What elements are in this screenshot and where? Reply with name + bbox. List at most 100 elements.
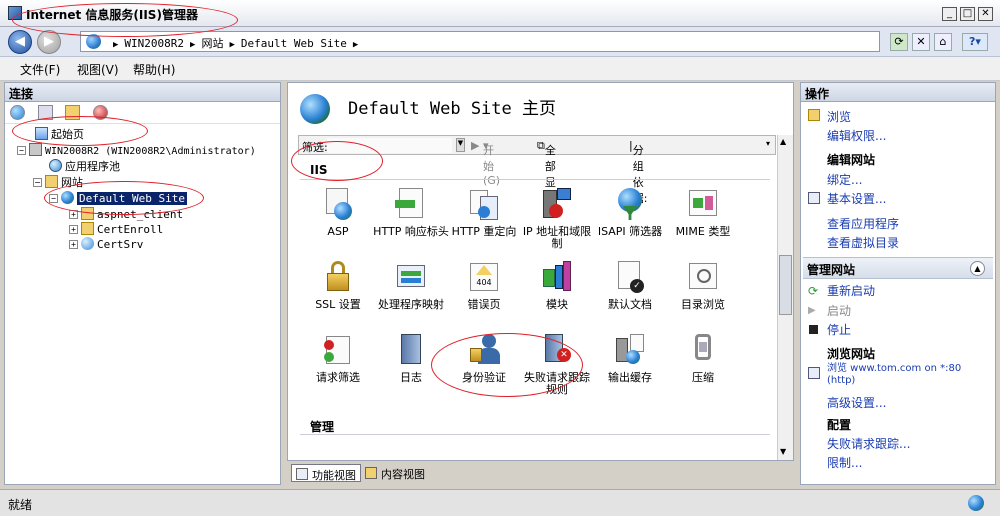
tab-features-view[interactable]: 功能视图 bbox=[291, 464, 361, 482]
filter-input[interactable] bbox=[327, 138, 452, 153]
tree-sites[interactable]: − 网站 bbox=[33, 175, 83, 190]
action-view-virtual-dirs[interactable]: 查看虚拟目录 bbox=[827, 234, 899, 251]
feature-http-redirect[interactable]: HTTP 重定向 bbox=[446, 188, 522, 238]
menu-help[interactable]: 帮助(H) bbox=[133, 61, 175, 78]
back-arrow-icon: ◀ bbox=[15, 34, 25, 49]
action-basic-settings[interactable]: 基本设置... bbox=[827, 190, 886, 207]
feature-failed-request-tracing[interactable]: ✕ 失败请求跟踪规则 bbox=[519, 334, 595, 396]
config-heading: 配置 bbox=[827, 418, 852, 432]
refresh-icon[interactable]: ⟳ bbox=[890, 33, 908, 51]
action-restart[interactable]: 重新启动 bbox=[827, 282, 875, 299]
show-all-button[interactable]: ⧉全部显示(A) bbox=[537, 139, 561, 219]
feature-ssl-settings[interactable]: SSL 设置 bbox=[300, 261, 376, 311]
tab-content-view[interactable]: 内容视图 bbox=[361, 464, 429, 482]
filter-label: 筛选: bbox=[302, 141, 328, 154]
close-button[interactable]: ✕ bbox=[978, 7, 993, 21]
back-button[interactable]: ◀ bbox=[8, 30, 32, 54]
forward-button[interactable]: ▶ bbox=[37, 30, 61, 54]
minimize-button[interactable]: _ bbox=[942, 7, 957, 21]
help-icon[interactable]: ?▾ bbox=[962, 33, 988, 51]
feature-directory-browsing[interactable]: 目录浏览 bbox=[665, 261, 741, 311]
default-document-icon: ✓ bbox=[614, 261, 646, 293]
chevron-up-icon[interactable]: ▲ bbox=[970, 261, 985, 276]
breadcrumb-site[interactable]: Default Web Site bbox=[241, 37, 347, 50]
action-bindings[interactable]: 绑定... bbox=[827, 171, 862, 188]
collapse-icon[interactable]: − bbox=[49, 194, 58, 203]
tree-server[interactable]: − WIN2008R2 (WIN2008R2\Administrator) bbox=[17, 143, 256, 158]
feature-asp[interactable]: ASP bbox=[300, 188, 376, 238]
feature-error-pages[interactable]: 404 错误页 bbox=[446, 261, 522, 311]
collapse-icon[interactable]: − bbox=[33, 178, 42, 187]
connect-icon[interactable] bbox=[10, 105, 25, 120]
menu-bar: 文件(F) 视图(V) 帮助(H) bbox=[0, 57, 1000, 81]
action-failed-request-tracing[interactable]: 失败请求跟踪... bbox=[827, 435, 910, 452]
folder-icon bbox=[81, 207, 94, 220]
tree-default-web-site[interactable]: − Default Web Site bbox=[49, 191, 187, 206]
feature-request-filtering[interactable]: 请求筛选 bbox=[300, 334, 376, 384]
feature-http-response-headers[interactable]: HTTP 响应标头 bbox=[373, 188, 449, 238]
tree-app-pools[interactable]: 应用程序池 bbox=[49, 159, 120, 174]
maximize-button[interactable]: □ bbox=[960, 7, 975, 21]
feature-mime-types[interactable]: MIME 类型 bbox=[665, 188, 741, 238]
mime-types-icon bbox=[687, 188, 719, 220]
action-browse-link[interactable]: 浏览 www.tom.com on *:80 (http) bbox=[827, 363, 977, 387]
feature-ip-restrictions[interactable]: IP 地址和域限制 bbox=[519, 188, 595, 250]
toolbar-overflow-icon[interactable]: ▾ bbox=[766, 139, 770, 148]
action-stop[interactable]: 停止 bbox=[827, 321, 851, 338]
actions-header: 操作 bbox=[801, 83, 995, 102]
breadcrumb-sites[interactable]: 网站 bbox=[201, 37, 223, 50]
chevron-down-icon[interactable]: ▼ bbox=[456, 138, 465, 152]
scroll-down-icon[interactable]: ▼ bbox=[780, 447, 786, 456]
features-pane: Default Web Site 主页 筛选: ▼ ▶ 开始(G) ▾ ⧉ 全部显… bbox=[287, 82, 794, 461]
feature-compression[interactable]: 压缩 bbox=[665, 334, 741, 384]
address-field[interactable]: ▶ WIN2008R2 ▶ 网站 ▶ Default Web Site ▶ bbox=[80, 31, 880, 52]
scroll-thumb[interactable] bbox=[779, 255, 792, 315]
title-bar: Internet 信息服务(IIS)管理器 _ □ ✕ bbox=[0, 0, 1000, 27]
action-start[interactable]: 启动 bbox=[827, 302, 851, 319]
feature-isapi-filters[interactable]: ISAPI 筛选器 bbox=[592, 188, 668, 238]
http-response-headers-icon bbox=[395, 188, 427, 220]
action-limits[interactable]: 限制... bbox=[827, 454, 862, 471]
stop-icon[interactable]: ✕ bbox=[912, 33, 930, 51]
forward-arrow-icon: ▶ bbox=[44, 34, 54, 49]
save-icon[interactable] bbox=[38, 105, 53, 120]
breadcrumb-server[interactable]: WIN2008R2 bbox=[124, 37, 184, 50]
expand-icon[interactable]: + bbox=[69, 210, 78, 219]
feature-logging[interactable]: 日志 bbox=[373, 334, 449, 384]
tree-aspnet-client[interactable]: + aspnet_client bbox=[69, 207, 183, 222]
tree-certenroll[interactable]: + CertEnroll bbox=[69, 222, 163, 237]
scroll-up-icon[interactable]: ▲ bbox=[780, 137, 786, 146]
browser-icon bbox=[808, 367, 820, 379]
connections-header: 连接 bbox=[5, 83, 280, 102]
manage-site-group: 管理网站 ▲ bbox=[803, 257, 993, 279]
error-pages-icon: 404 bbox=[468, 261, 500, 293]
chevron-right-icon: ▶ bbox=[113, 40, 119, 50]
vertical-scrollbar[interactable]: ▲ ▼ bbox=[777, 135, 793, 460]
collapse-icon[interactable]: − bbox=[17, 146, 26, 155]
home-icon[interactable]: ⌂ bbox=[934, 33, 952, 51]
expand-icon[interactable]: + bbox=[69, 225, 78, 234]
action-advanced-settings[interactable]: 高级设置... bbox=[827, 394, 886, 411]
basic-settings-icon bbox=[808, 192, 820, 204]
start-filter-button[interactable]: ▶ 开始(G) ▾ bbox=[471, 139, 500, 187]
failed-request-tracing-icon: ✕ bbox=[541, 334, 573, 366]
action-browse[interactable]: 浏览 bbox=[827, 108, 851, 125]
features-view-icon bbox=[296, 468, 308, 480]
tree-start-page[interactable]: 起始页 bbox=[35, 127, 84, 142]
section-divider bbox=[300, 434, 770, 435]
feature-default-document[interactable]: ✓ 默认文档 bbox=[592, 261, 668, 311]
feature-handler-mappings[interactable]: 处理程序映射 bbox=[373, 261, 449, 311]
feature-modules[interactable]: 模块 bbox=[519, 261, 595, 311]
expand-icon[interactable]: + bbox=[69, 240, 78, 249]
feature-authentication[interactable]: 身份验证 bbox=[446, 334, 522, 384]
tree-certsrv[interactable]: + CertSrv bbox=[69, 237, 143, 252]
compression-icon bbox=[687, 334, 719, 366]
up-level-icon[interactable] bbox=[65, 105, 80, 120]
feature-output-caching[interactable]: 输出缓存 bbox=[592, 334, 668, 384]
disconnect-icon[interactable] bbox=[93, 105, 108, 120]
action-edit-permissions[interactable]: 编辑权限... bbox=[827, 127, 886, 144]
menu-view[interactable]: 视图(V) bbox=[77, 61, 119, 78]
action-view-applications[interactable]: 查看应用程序 bbox=[827, 215, 899, 232]
menu-file[interactable]: 文件(F) bbox=[20, 61, 60, 78]
group-by-dropdown[interactable]: |分组依据: bbox=[629, 139, 647, 205]
